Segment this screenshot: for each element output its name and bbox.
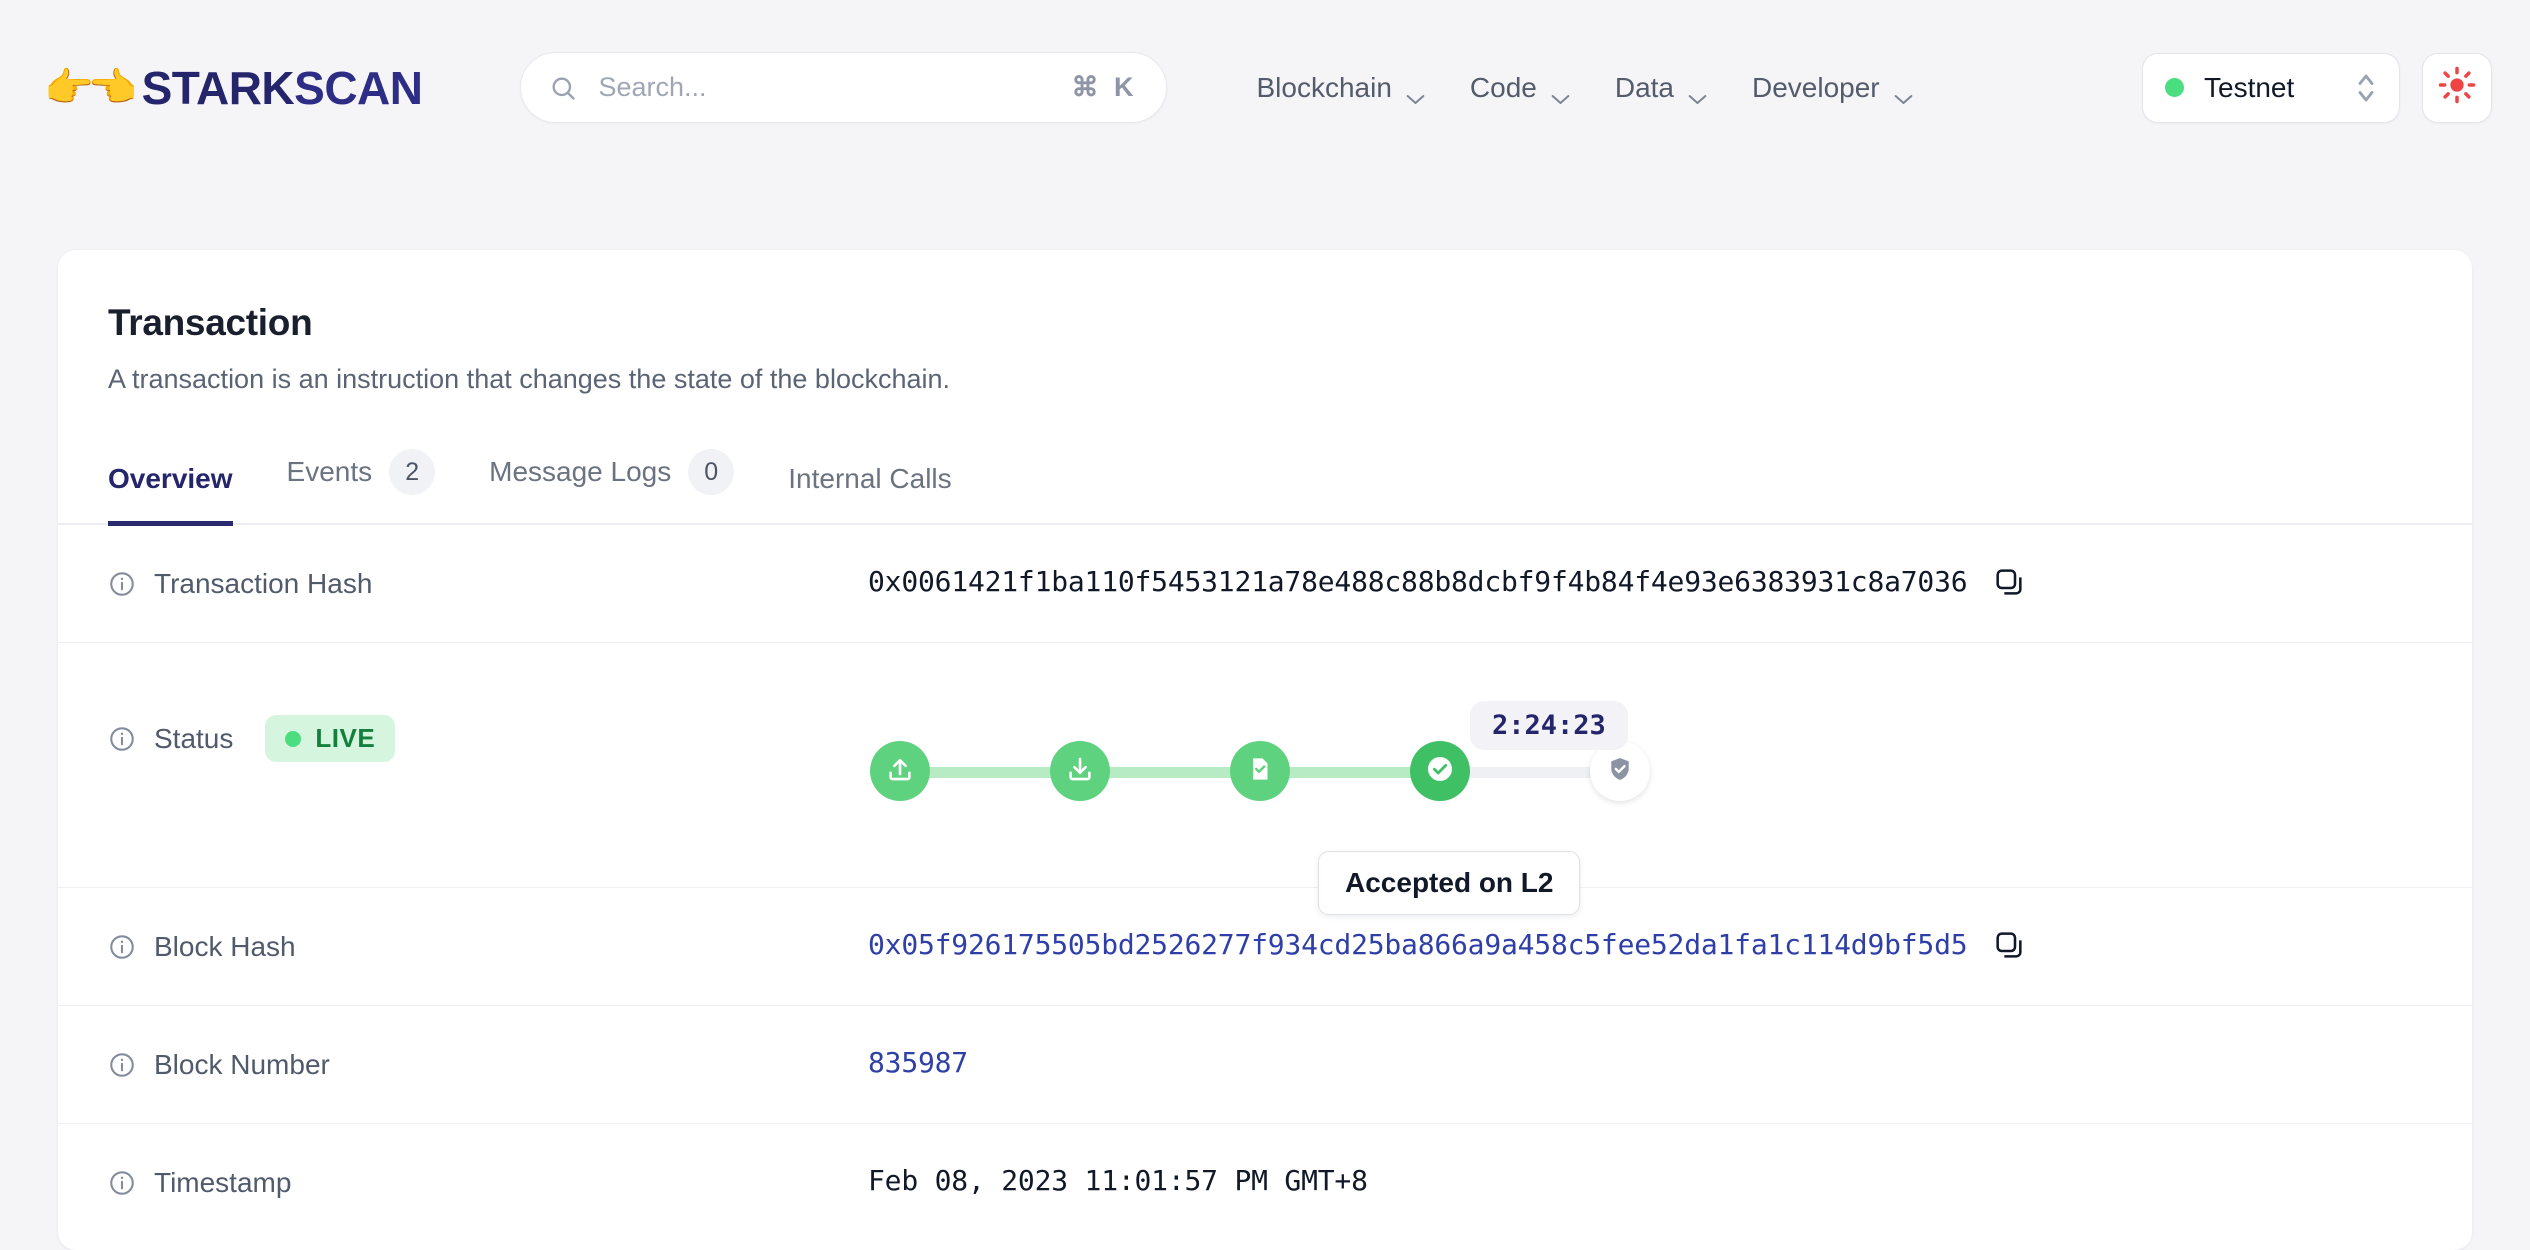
status-timer-badge: 2:24:23 — [1470, 701, 1628, 750]
check-circle-icon — [1424, 753, 1456, 790]
tab-badge-message-logs: 0 — [688, 449, 735, 495]
site-header: 👉 👈 STARKSCAN Search... ⌘ K Blockchain Co… — [0, 0, 2530, 175]
label-text: Block Number — [154, 1049, 330, 1080]
tab-events[interactable]: Events 2 — [287, 449, 436, 526]
label-text: Block Hash — [154, 931, 296, 962]
page-subtitle: A transaction is an instruction that cha… — [108, 364, 951, 394]
nav-item-developer[interactable]: Developer — [1752, 72, 1914, 104]
nav-item-code[interactable]: Code — [1470, 72, 1571, 104]
timeline-step-accepted-on-l2[interactable] — [1410, 741, 1470, 801]
row-value-timestamp: Feb 08, 2023 11:01:57 PM GMT+8 — [868, 1124, 2422, 1197]
info-icon[interactable] — [108, 725, 136, 753]
nav-label: Data — [1614, 71, 1674, 103]
live-label: LIVE — [315, 723, 376, 753]
chevron-down-icon — [1893, 81, 1914, 104]
page-title: Transaction — [108, 302, 313, 343]
timeline-step-pending[interactable] — [1050, 741, 1110, 801]
logo-hands-icon: 👉 👈 — [44, 65, 138, 110]
sun-icon — [2438, 66, 2476, 109]
status-timeline-wrapper: 2:24:23 Accepted on L2 — [868, 643, 2422, 915]
row-status: Status LIVE 2:24:23 Accepted on L2 — [58, 643, 2472, 915]
nav-item-blockchain[interactable]: Blockchain — [1257, 72, 1426, 104]
nav-label: Blockchain — [1256, 71, 1392, 103]
network-status-dot — [2165, 78, 2184, 97]
main-navigation: Blockchain Code Data Developer — [1257, 72, 1914, 104]
tab-label: Message Logs — [489, 456, 672, 487]
tab-label: Events — [286, 456, 373, 487]
network-selector[interactable]: Testnet — [2142, 52, 2400, 123]
row-label-block-number: Block Number — [108, 1006, 868, 1081]
site-logo[interactable]: 👉 👈 STARKSCAN — [44, 61, 423, 115]
row-label-status: Status LIVE — [108, 643, 868, 762]
row-transaction-hash: Transaction Hash 0x0061421f1ba110f545312… — [58, 525, 2472, 643]
timeline-step-accepted-on-l2-block[interactable] — [1230, 741, 1290, 801]
info-icon[interactable] — [108, 933, 136, 961]
info-icon[interactable] — [108, 1169, 136, 1197]
row-timestamp: Timestamp Feb 08, 2023 11:01:57 PM GMT+8 — [58, 1124, 2472, 1199]
search-shortcut-hint: ⌘ K — [1071, 72, 1138, 102]
logo-text: STARKSCAN — [141, 61, 423, 114]
chevron-down-icon — [1550, 81, 1571, 104]
timeline-track-fill — [900, 767, 1440, 778]
label-text: Transaction Hash — [154, 568, 373, 599]
tab-label: Internal Calls — [788, 463, 952, 494]
transaction-hash-value: 0x0061421f1ba110f5453121a78e488c88b8dcbf… — [868, 565, 1968, 598]
card-header: Transaction A transaction is an instruct… — [58, 250, 2472, 395]
search-input[interactable]: Search... ⌘ K — [519, 52, 1167, 123]
label-text: Status — [154, 722, 234, 754]
row-value-block-number: 835987 — [868, 1006, 2422, 1079]
upload-icon — [885, 754, 915, 789]
row-label-timestamp: Timestamp — [108, 1124, 868, 1199]
chevron-down-icon — [1405, 81, 1426, 104]
row-value-transaction-hash: 0x0061421f1ba110f5453121a78e488c88b8dcbf… — [868, 525, 2422, 598]
status-badge: LIVE — [265, 715, 396, 762]
tab-label: Overview — [108, 463, 233, 494]
shield-check-icon — [1605, 754, 1635, 789]
live-dot-icon — [285, 730, 302, 747]
timeline-step-received[interactable] — [870, 741, 930, 801]
search-placeholder: Search... — [598, 72, 707, 102]
network-label: Testnet — [2204, 71, 2295, 103]
row-label-transaction-hash: Transaction Hash — [108, 525, 868, 600]
copy-icon[interactable] — [1993, 929, 2025, 961]
document-check-icon — [1245, 754, 1275, 789]
tab-overview[interactable]: Overview — [108, 463, 233, 526]
block-hash-link[interactable]: 0x05f926175505bd2526277f934cd25ba866a9a4… — [868, 928, 1968, 961]
chevron-down-icon — [1687, 81, 1708, 104]
row-label-block-hash: Block Hash — [108, 888, 868, 963]
download-icon — [1065, 754, 1095, 789]
label-text: Timestamp — [154, 1167, 292, 1198]
status-timeline: 2:24:23 Accepted on L2 — [870, 701, 1680, 915]
transaction-card: Transaction A transaction is an instruct… — [58, 250, 2472, 1250]
row-block-number: Block Number 835987 — [58, 1006, 2472, 1124]
tab-message-logs[interactable]: Message Logs 0 — [489, 449, 735, 526]
tab-bar: Overview Events 2 Message Logs 0 Interna… — [58, 449, 2472, 526]
info-icon[interactable] — [108, 570, 136, 598]
theme-toggle-button[interactable] — [2422, 52, 2492, 123]
nav-label: Code — [1469, 71, 1537, 103]
row-block-hash: Block Hash 0x05f926175505bd2526277f934cd… — [58, 888, 2472, 1006]
chevron-up-down-icon — [2355, 70, 2377, 106]
tab-internal-calls[interactable]: Internal Calls — [788, 463, 951, 526]
nav-item-data[interactable]: Data — [1615, 72, 1708, 104]
info-icon[interactable] — [108, 1051, 136, 1079]
nav-label: Developer — [1752, 71, 1880, 103]
row-value-block-hash: 0x05f926175505bd2526277f934cd25ba866a9a4… — [868, 888, 2422, 961]
timeline-step-accepted-on-l1[interactable] — [1590, 741, 1650, 801]
copy-icon[interactable] — [1993, 566, 2025, 598]
block-number-link[interactable]: 835987 — [868, 1046, 968, 1079]
timestamp-value: Feb 08, 2023 11:01:57 PM GMT+8 — [868, 1164, 1368, 1197]
search-icon — [549, 74, 577, 102]
header-right-controls: Testnet — [2142, 52, 2492, 123]
status-tooltip: Accepted on L2 — [1318, 851, 1581, 915]
tab-badge-events: 2 — [389, 449, 436, 495]
